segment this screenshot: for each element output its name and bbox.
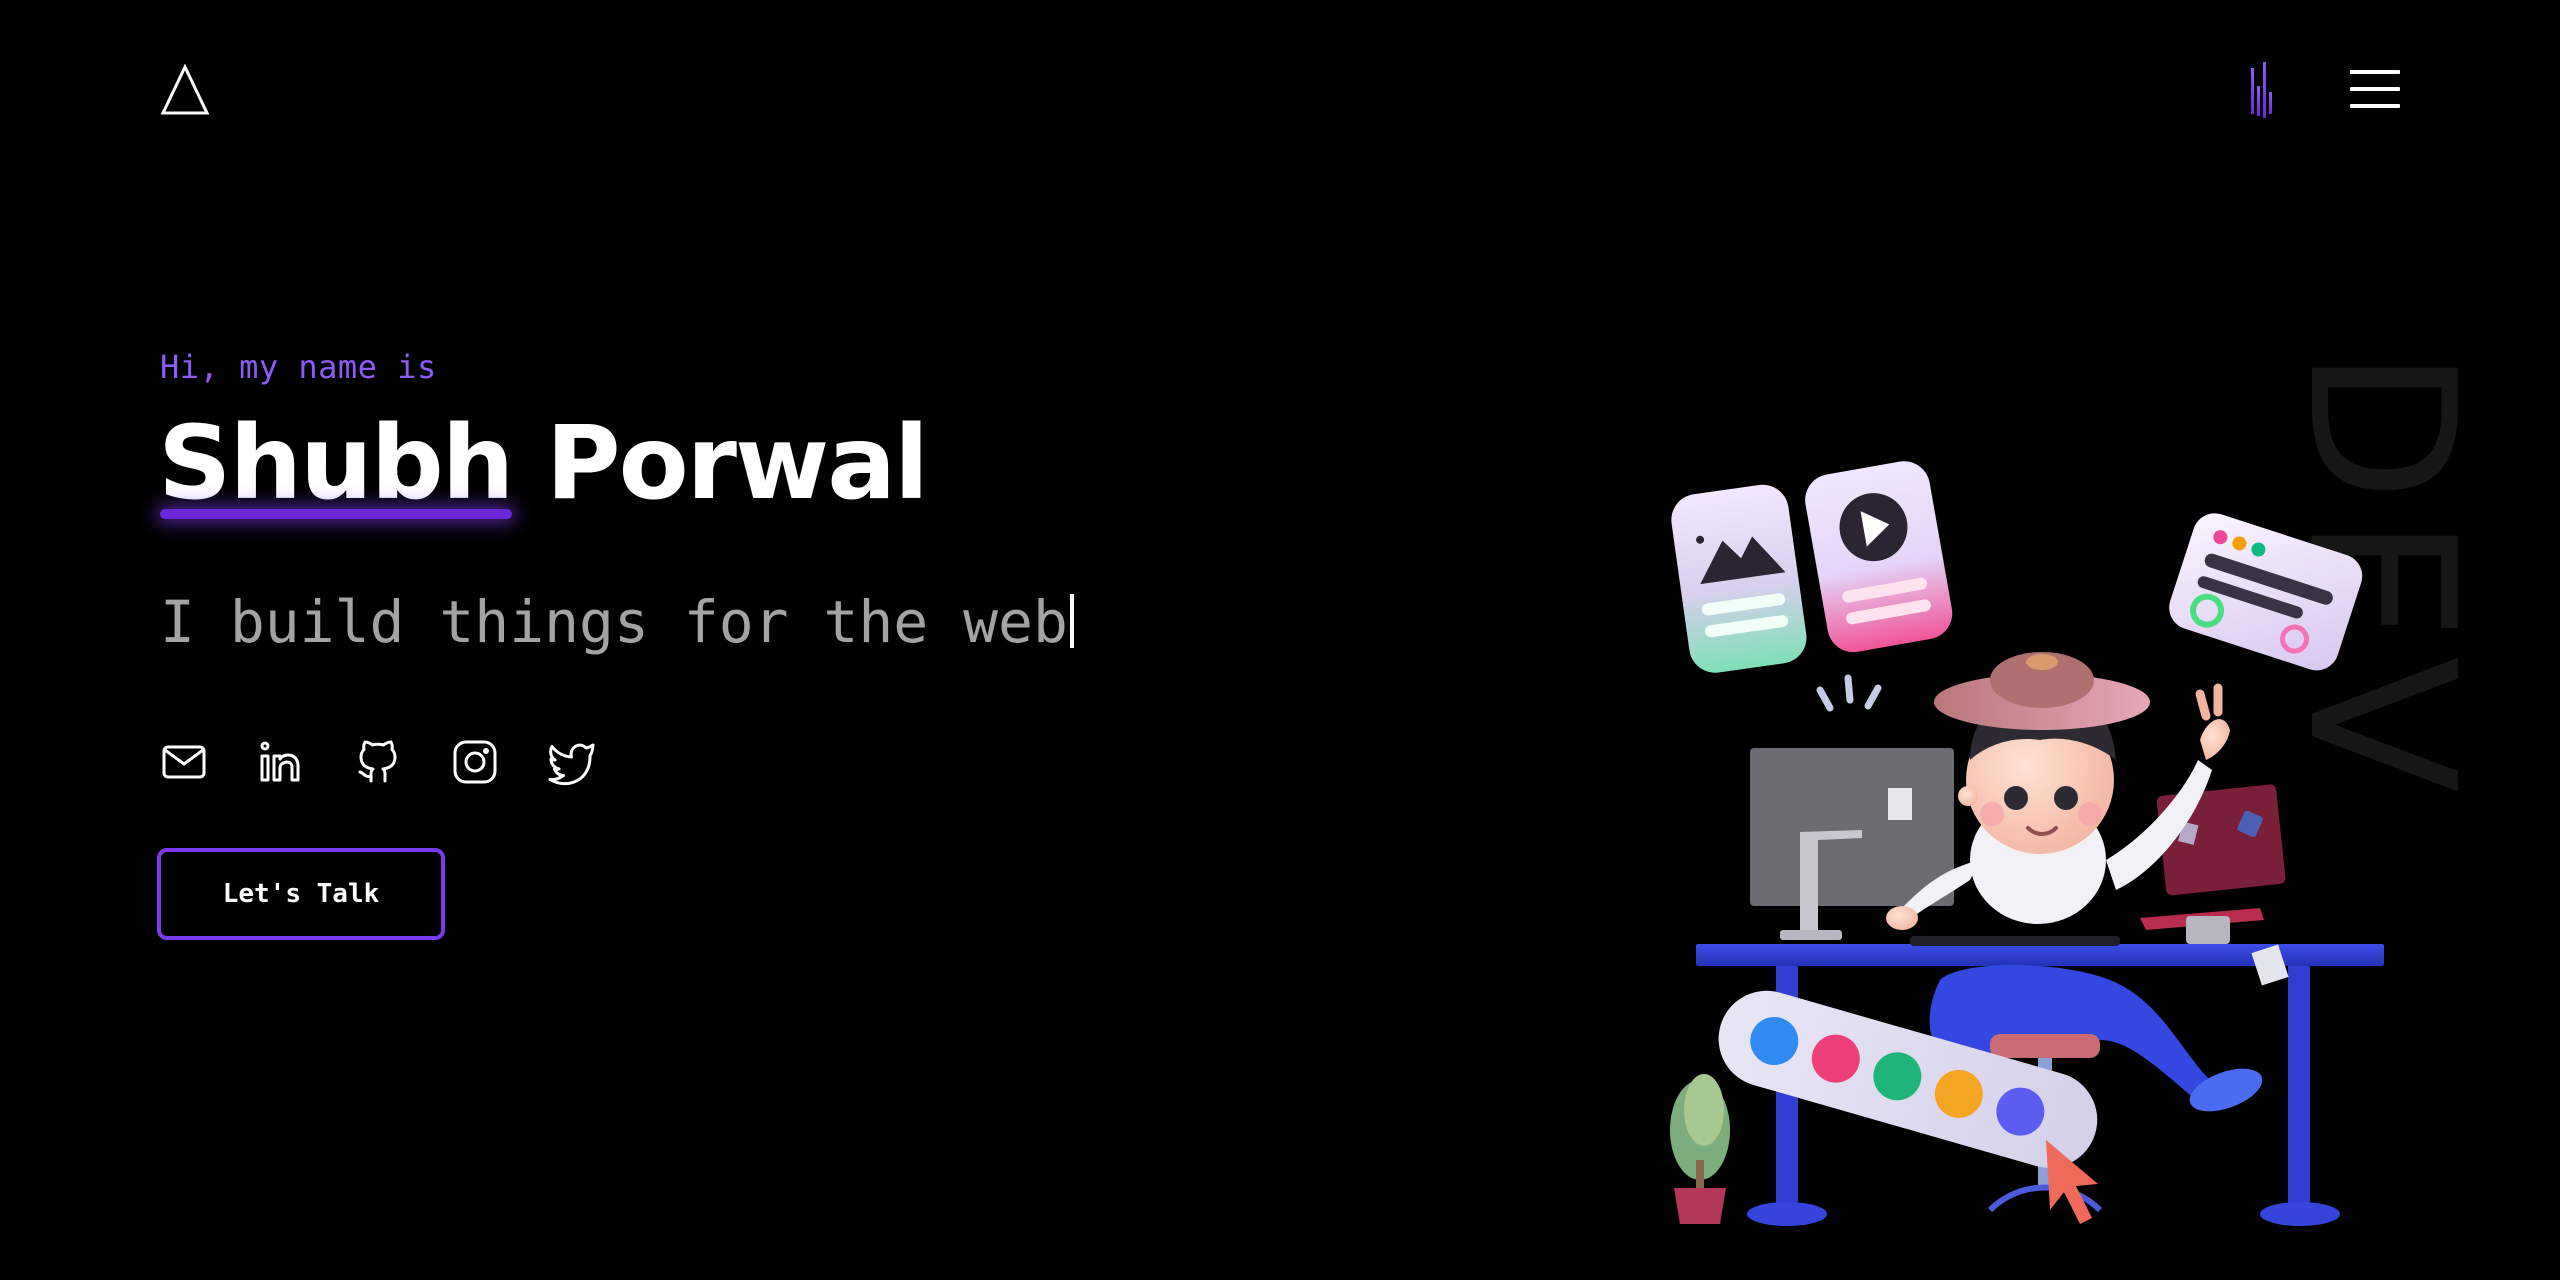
developer-illustration bbox=[1640, 440, 2400, 1230]
greeting-text: Hi, my name is bbox=[160, 348, 437, 386]
hero-name: Shubh Porwal bbox=[158, 404, 929, 524]
tagline-text: I build things for the web bbox=[160, 588, 1068, 656]
last-name: Porwal bbox=[545, 404, 929, 523]
menu-line bbox=[2350, 104, 2400, 108]
triangle-logo-icon[interactable] bbox=[160, 63, 210, 116]
linkedin-icon[interactable] bbox=[257, 738, 305, 786]
mail-icon[interactable] bbox=[160, 738, 208, 786]
menu-line bbox=[2350, 70, 2400, 74]
github-icon[interactable] bbox=[354, 738, 402, 786]
twitter-icon[interactable] bbox=[548, 738, 596, 786]
typing-caret bbox=[1069, 594, 1074, 648]
hamburger-menu-icon[interactable] bbox=[2350, 68, 2402, 110]
social-links bbox=[160, 738, 596, 786]
first-name-text: Shubh bbox=[158, 404, 514, 523]
name-underline bbox=[160, 509, 513, 519]
first-name: Shubh bbox=[158, 404, 514, 524]
sound-bars-icon[interactable] bbox=[2246, 60, 2280, 124]
tagline: I build things for the web bbox=[160, 588, 1074, 656]
lets-talk-button[interactable]: Let's Talk bbox=[157, 848, 445, 940]
menu-line bbox=[2350, 87, 2400, 91]
instagram-icon[interactable] bbox=[451, 738, 499, 786]
